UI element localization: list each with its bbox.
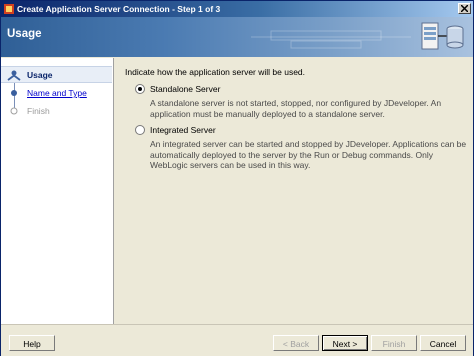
integrated-server-description: An integrated server can be started and … [150,139,467,170]
standalone-server-label[interactable]: Standalone Server [150,84,220,94]
integrated-server-radio[interactable] [135,125,145,135]
step-label: Usage [27,70,53,80]
usage-panel: Indicate how the application server will… [114,58,473,324]
standalone-server-radio[interactable] [135,84,145,94]
help-button[interactable]: Help [9,335,55,351]
standalone-server-description: A standalone server is not started, stop… [150,98,442,119]
step-name-and-type[interactable]: Name and Type [1,85,112,102]
close-button[interactable] [458,3,471,14]
step-dot-icon [11,90,17,96]
server-icon [421,22,464,50]
next-button[interactable]: Next > [322,335,368,351]
finish-button[interactable]: Finish [371,335,417,351]
instruction-text: Indicate how the application server will… [125,67,306,77]
window-title: Create Application Server Connection - S… [17,4,221,14]
step-finish: Finish [1,103,112,120]
integrated-server-label[interactable]: Integrated Server [150,125,216,135]
back-button[interactable]: < Back [273,335,319,351]
wizard-steps-panel: Usage Name and Type Finish [1,58,114,324]
wizard-window: Create Application Server Connection - S… [0,0,474,356]
app-icon [4,4,14,14]
wizard-header: Usage [1,17,473,57]
button-bar: Help < Back Next > Finish Cancel [1,324,473,356]
cancel-button[interactable]: Cancel [420,335,466,351]
header-decoration [251,30,411,49]
step-dot-icon [10,107,18,115]
close-icon [461,5,468,12]
step-label[interactable]: Name and Type [27,88,87,98]
step-usage[interactable]: Usage [1,66,112,83]
current-step-icon [7,70,21,81]
step-label: Finish [27,106,50,116]
page-title: Usage [7,28,42,40]
title-bar[interactable]: Create Application Server Connection - S… [1,1,473,17]
